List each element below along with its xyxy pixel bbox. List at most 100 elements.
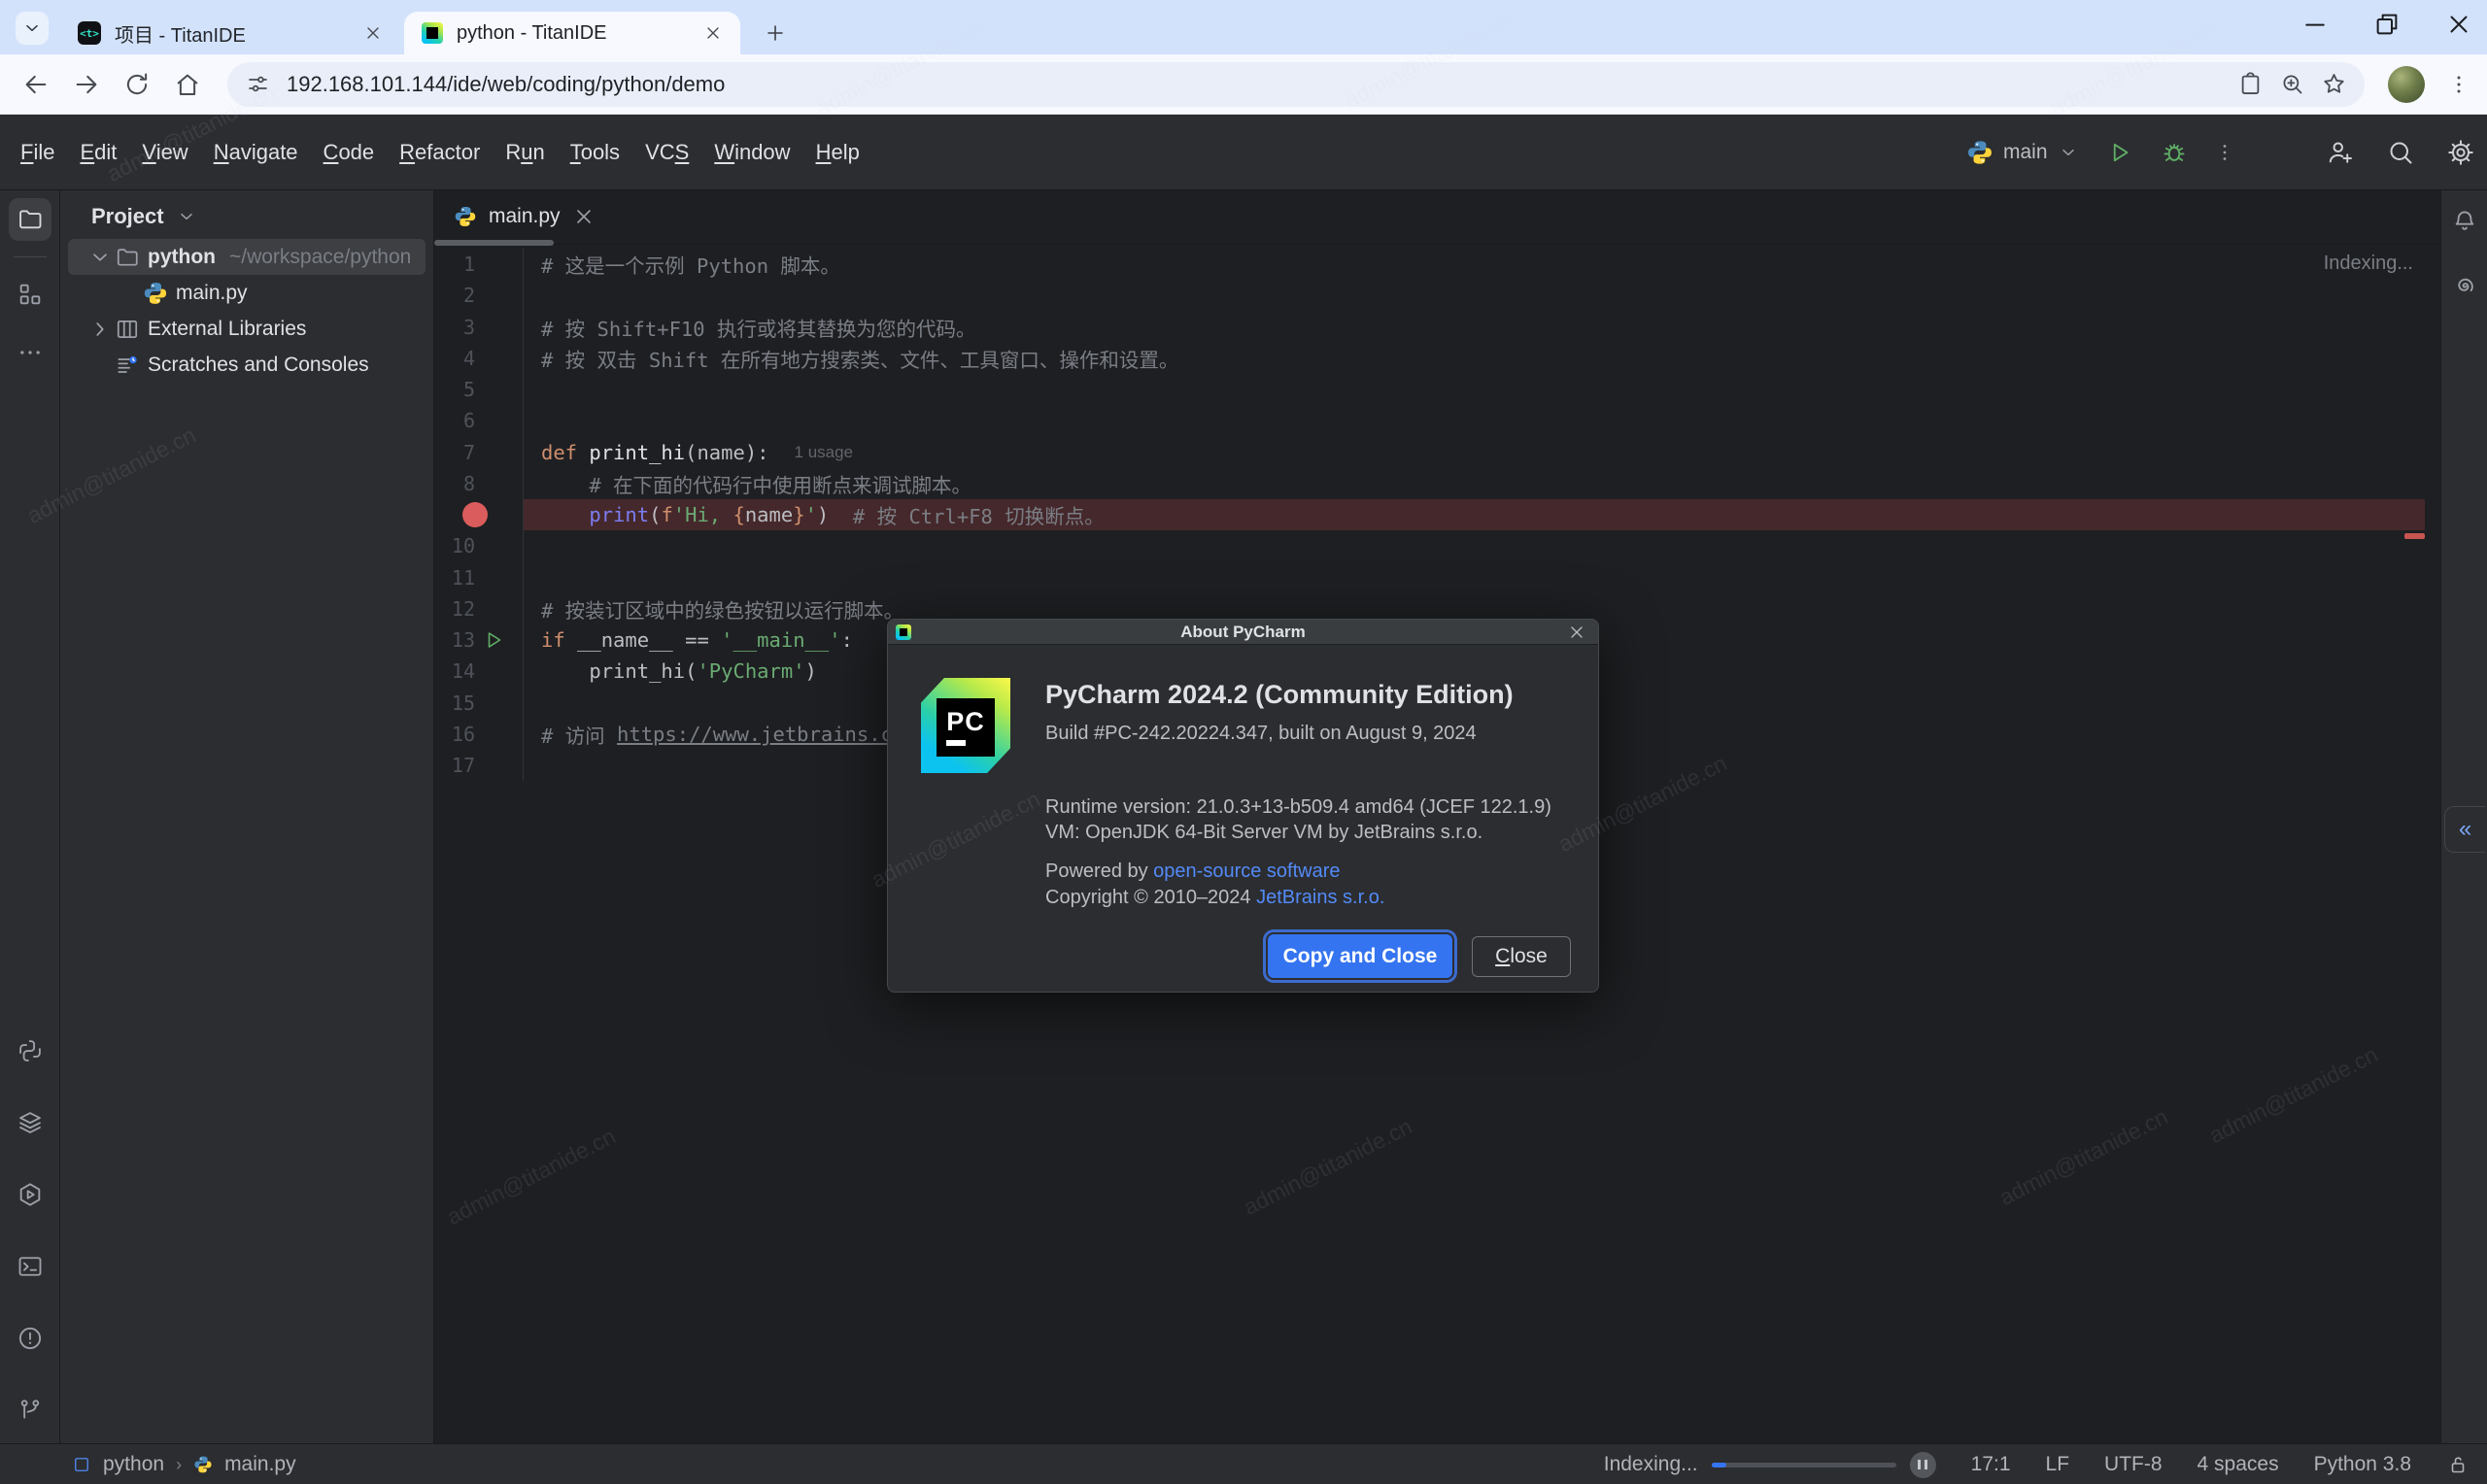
browser-menu-icon[interactable]	[2446, 72, 2471, 97]
code-line-4[interactable]: 4# 按 双击 Shift 在所有地方搜索类、文件、工具窗口、操作和设置。	[434, 343, 2440, 374]
python-interpreter[interactable]: Python 3.8	[2314, 1453, 2411, 1476]
code-line-5[interactable]: 5	[434, 374, 2440, 405]
settings-gear-icon[interactable]	[2446, 138, 2475, 167]
code-with-me-icon[interactable]	[2326, 138, 2355, 167]
file-encoding[interactable]: UTF-8	[2104, 1453, 2163, 1476]
reload-icon[interactable]	[122, 70, 152, 99]
breadcrumb-file[interactable]: main.py	[224, 1453, 296, 1476]
problems-button[interactable]	[9, 1317, 51, 1360]
tree-item-python[interactable]: python~/workspace/python	[68, 239, 426, 275]
gutter-line-2[interactable]: 2	[434, 280, 524, 311]
run-configuration[interactable]: main	[2003, 141, 2048, 164]
ai-assistant-button[interactable]	[2445, 266, 2484, 305]
indexing-progress[interactable]: Indexing...	[1604, 1452, 1936, 1478]
url-text[interactable]: 192.168.101.144/ide/web/coding/python/de…	[287, 72, 2222, 97]
gutter-line-17[interactable]: 17	[434, 750, 524, 781]
caret-position[interactable]: 17:1	[1971, 1453, 2011, 1476]
python-console-button[interactable]	[9, 1029, 51, 1072]
tree-item-external-libraries[interactable]: External Libraries	[68, 311, 426, 347]
run-button[interactable]	[2106, 139, 2133, 166]
project-tool-button[interactable]	[9, 198, 51, 241]
menu-code[interactable]: Code	[311, 132, 388, 173]
services-button[interactable]	[9, 1101, 51, 1144]
jetbrains-link[interactable]: https://www.jetbrains.com/	[617, 723, 929, 746]
forward-icon[interactable]	[72, 70, 101, 99]
dialog-title-bar[interactable]: About PyCharm	[888, 620, 1598, 645]
project-panel-header[interactable]: Project	[60, 190, 433, 239]
gutter-line-6[interactable]: 6	[434, 405, 524, 436]
browser-tab-titanide[interactable]: <t> 项目 - TitanIDE	[60, 12, 400, 54]
gutter-line-4[interactable]: 4	[434, 343, 524, 374]
close-icon[interactable]	[2444, 10, 2473, 39]
clipboard-icon[interactable]	[2237, 71, 2264, 97]
gutter-line-14[interactable]: 14	[434, 656, 524, 687]
home-icon[interactable]	[173, 70, 202, 99]
lock-open-icon[interactable]	[2446, 1453, 2470, 1476]
chevron-down-icon[interactable]	[87, 245, 113, 270]
close-icon[interactable]	[363, 23, 383, 43]
jetbrains-link[interactable]: JetBrains s.r.o.	[1256, 887, 1384, 908]
debug-button[interactable]	[2161, 139, 2188, 166]
gutter-line-13[interactable]: 13	[434, 624, 524, 656]
gutter-line-5[interactable]: 5	[434, 374, 524, 405]
menu-vcs[interactable]: VCS	[632, 132, 701, 173]
restore-icon[interactable]	[2372, 10, 2402, 39]
gutter-line-16[interactable]: 16	[434, 719, 524, 750]
breakpoint-icon[interactable]	[462, 502, 488, 527]
close-button[interactable]: Close	[1472, 936, 1571, 977]
minimize-icon[interactable]	[2300, 10, 2330, 39]
code-line-7[interactable]: 7def print_hi(name):1 usage	[434, 437, 2440, 468]
code-line-1[interactable]: 1# 这是一个示例 Python 脚本。	[434, 249, 2440, 280]
code-line-11[interactable]: 11	[434, 562, 2440, 593]
copy-and-close-button[interactable]: Copy and Close	[1268, 934, 1452, 978]
more-actions-icon[interactable]	[2213, 139, 2236, 166]
code-line-9[interactable]: print(f'Hi, {name}') # 按 Ctrl+F8 切换断点。	[434, 499, 2440, 530]
tree-item-main-py[interactable]: main.py	[68, 275, 426, 311]
menu-navigate[interactable]: Navigate	[201, 132, 311, 173]
menu-refactor[interactable]: Refactor	[387, 132, 493, 173]
indent-style[interactable]: 4 spaces	[2197, 1453, 2279, 1476]
address-bar[interactable]: 192.168.101.144/ide/web/coding/python/de…	[227, 62, 2365, 107]
menu-window[interactable]: Window	[701, 132, 802, 173]
gutter-line-7[interactable]: 7	[434, 437, 524, 468]
new-tab-button[interactable]	[760, 17, 791, 49]
menu-tools[interactable]: Tools	[558, 132, 632, 173]
open-source-link[interactable]: open-source software	[1153, 860, 1340, 882]
gutter-line-1[interactable]: 1	[434, 249, 524, 280]
version-control-button[interactable]	[9, 1389, 51, 1432]
code-line-8[interactable]: 8 # 在下面的代码行中使用断点来调试脚本。	[434, 468, 2440, 499]
usage-inlay-hint[interactable]: 1 usage	[795, 443, 854, 462]
code-line-3[interactable]: 3# 按 Shift+F10 执行或将其替换为您的代码。	[434, 312, 2440, 343]
gutter-line-10[interactable]: 10	[434, 530, 524, 561]
error-stripe-mark[interactable]	[2404, 533, 2425, 539]
search-everywhere-icon[interactable]	[2386, 138, 2415, 167]
gutter-line-9[interactable]	[434, 499, 524, 530]
run-line-icon[interactable]	[482, 628, 505, 652]
terminal-button[interactable]	[9, 1245, 51, 1288]
gutter-line-8[interactable]: 8	[434, 468, 524, 499]
menu-help[interactable]: Help	[803, 132, 872, 173]
gutter-line-12[interactable]: 12	[434, 593, 524, 624]
tree-item-scratches-and-consoles[interactable]: Scratches and Consoles	[68, 347, 426, 383]
menu-file[interactable]: File	[8, 132, 67, 173]
code-line-6[interactable]: 6	[434, 405, 2440, 436]
expand-panel-button[interactable]: «	[2444, 806, 2485, 853]
close-icon[interactable]	[572, 205, 596, 228]
menu-run[interactable]: Run	[493, 132, 557, 173]
site-info-icon[interactable]	[245, 71, 271, 97]
gutter-line-15[interactable]: 15	[434, 688, 524, 719]
code-line-10[interactable]: 10	[434, 530, 2440, 561]
breadcrumb-project[interactable]: python	[103, 1453, 164, 1476]
chevron-right-icon[interactable]	[87, 317, 113, 342]
browser-tab-python[interactable]: python - TitanIDE	[404, 12, 740, 54]
menu-view[interactable]: View	[129, 132, 200, 173]
run-tool-button[interactable]	[9, 1173, 51, 1216]
more-tools-button[interactable]	[9, 331, 51, 374]
gutter-line-11[interactable]: 11	[434, 562, 524, 593]
structure-tool-button[interactable]	[9, 273, 51, 316]
close-icon[interactable]	[703, 23, 723, 43]
zoom-in-icon[interactable]	[2279, 71, 2305, 97]
bookmark-star-icon[interactable]	[2321, 71, 2347, 97]
notifications-button[interactable]	[2445, 202, 2484, 241]
avatar[interactable]	[2388, 66, 2425, 103]
